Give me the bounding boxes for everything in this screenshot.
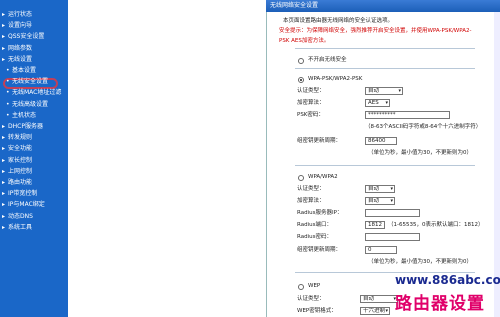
sidebar-item[interactable]: ▸ IP与MAC绑定 [2,201,45,209]
radio-wep[interactable] [298,284,304,290]
panel-scrollbar[interactable] [494,12,500,317]
sidebar-item[interactable]: ▸ 设置向导 [2,22,32,30]
sidebar-item[interactable]: ▸ 上网控制 [2,168,32,176]
sidebar-item-label: 系统工具 [8,223,33,231]
sidebar-item-label: 转发规则 [8,134,33,142]
psk-period-label: 组密钥更新周期： [297,138,342,144]
sidebar-item[interactable]: ▸ 动态DNS [2,213,33,221]
intro-text: 本页面设置路由器无线网络的安全认证选项。 [283,18,394,24]
wpa-auth-label: 认证类型： [297,186,325,192]
wep-format-select[interactable]: 十六进制 [360,307,390,315]
sidebar-item[interactable]: • 无线安全设置 [6,78,48,86]
sidebar-item[interactable]: ▸ 转发规则 [2,134,32,142]
sidebar-item-label: 主机状态 [12,111,37,119]
radio-wpa[interactable] [298,175,304,181]
sidebar-item[interactable]: ▸ QSS安全设置 [2,33,44,41]
sidebar-item[interactable]: ▸ 路由功能 [2,179,32,187]
panel-titlebar: 无线网络安全设置 [266,0,500,12]
radius-ip-input[interactable] [365,209,420,217]
sidebar-item-label: IP与MAC绑定 [8,201,45,209]
wep-auth-label: 认证类型： [297,296,325,302]
psk-password-input[interactable]: ********** [365,111,450,119]
sidebar-item[interactable]: • 无线MAC地址过滤 [6,89,61,97]
wpa-period-hint: （单位为秒，最小值为30，不更新则为0） [368,259,472,265]
sidebar-item[interactable]: • 主机状态 [6,112,36,120]
wpa-enc-label: 加密算法： [297,198,325,204]
psk-password-hint: （8-63个ASCII码字符或8-64个十六进制字符） [365,124,482,130]
sidebar-item-label: 家长控制 [8,156,33,164]
wpa-psk-label: WPA-PSK/WPA2-PSK [308,76,363,82]
no-security-label: 不开启无线安全 [308,57,347,63]
wep-auth-select[interactable]: 自动 [360,295,398,303]
watermark-url: www.886abc.com [395,273,500,287]
sidebar-item[interactable]: ▸ IP带宽控制 [2,190,37,198]
sidebar-item-label: 无线安全设置 [12,78,49,86]
divider [295,68,475,69]
sidebar-item-label: QSS安全设置 [8,33,45,41]
wep-label: WEP [308,283,321,289]
radius-ip-label: Radius服务器IP： [297,210,343,216]
psk-enc-select[interactable]: AES [365,99,390,107]
wpa-enc-select[interactable]: 自动 [365,197,395,205]
radio-wpa-psk[interactable] [298,77,304,83]
sidebar-item-label: 上网控制 [8,167,33,175]
sidebar-item[interactable]: ▸ 家长控制 [2,157,32,165]
sidebar-item-label: 无线MAC地址过滤 [12,89,62,97]
wpa-auth-select[interactable]: 自动 [365,185,395,193]
radius-port-input[interactable]: 1812 [365,221,385,229]
radius-port-label: Radius端口： [297,222,332,228]
psk-period-hint: （单位为秒，最小值为30，不更新则为0） [368,150,472,156]
sidebar-item[interactable]: ▸ 无线设置 [2,56,32,64]
radius-port-hint: （1-65535，0表示默认端口：1812） [388,222,484,228]
security-warning-line1: 安全提示：为保障网络安全，强烈推荐开启安全设置，并使用WPA-PSK/WPA2- [279,28,472,34]
sidebar-item-label: 安全功能 [8,145,33,153]
sidebar-item-label: 网络参数 [8,44,33,52]
radio-no-security[interactable] [298,58,304,64]
sidebar-item[interactable]: ▸ 网络参数 [2,45,32,53]
sidebar-item[interactable]: ▸ 系统工具 [2,224,32,232]
sidebar-item[interactable]: • 无线高级设置 [6,101,48,109]
sidebar-item-label: IP带宽控制 [8,190,38,198]
security-warning-line2: PSK AES加密方法。 [279,38,330,44]
wpa-period-input[interactable]: 0 [365,246,397,254]
wep-format-label: WEP密钥格式： [297,308,337,314]
sidebar-item-label: 设置向导 [8,22,33,30]
panel-title: 无线网络安全设置 [270,2,319,9]
radius-password-label: Radius密码： [297,234,332,240]
wpa-label: WPA/WPA2 [308,174,338,180]
sidebar-item-label: 无线设置 [8,55,33,63]
psk-auth-select[interactable]: 自动 [365,87,403,95]
wpa-period-label: 组密钥更新周期： [297,247,342,253]
radius-password-input[interactable] [365,233,420,241]
sidebar-item[interactable]: ▸ 运行状态 [2,11,32,19]
psk-period-input[interactable]: 86400 [365,137,397,145]
psk-enc-label: 加密算法： [297,100,325,106]
psk-password-label: PSK密码： [297,112,324,118]
sidebar-item-label: DHCP服务器 [8,123,43,130]
sidebar-item-label: 动态DNS [8,212,33,220]
sidebar-item-label: 无线高级设置 [12,100,49,108]
divider [295,48,475,49]
sidebar-item[interactable]: • 基本设置 [6,67,36,75]
sidebar-item-label: 路由功能 [8,179,33,186]
sidebar-item[interactable]: ▸ DHCP服务器 [2,123,43,131]
sidebar-item[interactable]: ▸ 安全功能 [2,145,32,153]
sidebar-item-label: 基本设置 [12,67,37,74]
divider [295,165,475,166]
watermark-brand: 路由器设置 [395,294,485,314]
psk-auth-label: 认证类型： [297,88,325,94]
sidebar-item-label: 运行状态 [8,11,33,18]
